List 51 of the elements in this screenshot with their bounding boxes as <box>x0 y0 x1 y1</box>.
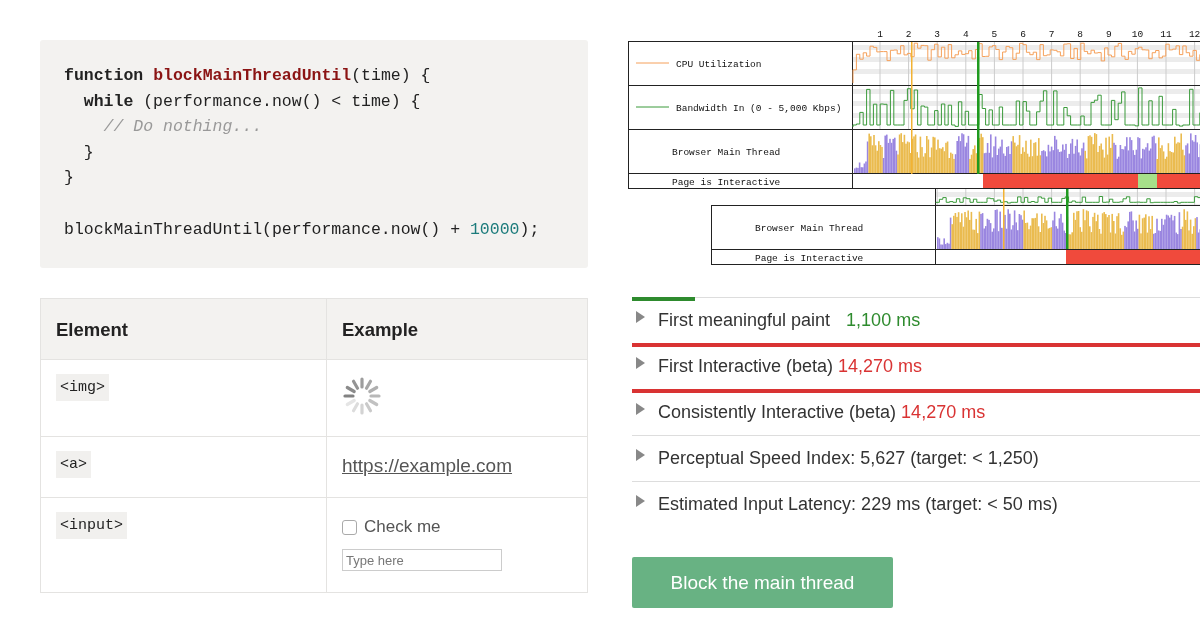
metric-label: Perceptual Speed Index: 5,627 (target: < 1,250) <box>658 447 1039 469</box>
checkbox[interactable] <box>342 519 357 535</box>
tick-label: 9 <box>1105 29 1112 40</box>
tick-label: 12 <box>1188 29 1200 40</box>
row-label: Browser Main Thread <box>755 223 864 234</box>
tick-label: 7 <box>1048 29 1055 40</box>
row-label: Bandwidth In (0 - 5,000 Kbps) <box>676 103 842 114</box>
code-tag: <a> <box>56 451 91 478</box>
tick-label: 6 <box>1020 29 1026 40</box>
metric-label: First Interactive (beta) <box>658 355 834 377</box>
tick-label: 4 <box>962 29 969 40</box>
column-header: Example <box>326 299 587 359</box>
metric-value: 14,270 ms <box>901 401 986 423</box>
code-line: function blockMainThreadUntil(time) { <box>64 65 432 87</box>
rating-bar <box>632 297 695 301</box>
tick-label: 2 <box>905 29 912 40</box>
metric-value: 14,270 ms <box>838 355 923 377</box>
tick-label: 10 <box>1131 29 1144 40</box>
metric-label: Consistently Interactive (beta) <box>658 401 897 423</box>
tick-label: 1 <box>877 29 883 40</box>
expand-icon[interactable] <box>636 449 645 461</box>
checkbox-label[interactable]: Check me <box>364 517 441 537</box>
tick-label: 3 <box>934 29 941 40</box>
example-link[interactable]: https://example.com <box>342 455 513 477</box>
loading-spinner-icon <box>342 376 382 416</box>
column-header: Element <box>55 318 129 342</box>
expand-icon[interactable] <box>636 357 645 369</box>
row-label: Browser Main Thread <box>672 147 781 158</box>
code-line: blockMainThreadUntil(performance.now() + 10000); <box>64 218 541 241</box>
row-label: CPU Utilization <box>676 59 762 70</box>
metric-label: First meaningful paint <box>658 309 831 331</box>
tick-label: 5 <box>991 29 998 40</box>
code-line: } <box>82 141 95 164</box>
tick-label: 8 <box>1077 29 1084 40</box>
tick-label: 11 <box>1160 29 1172 40</box>
legend-line <box>635 62 670 64</box>
marker-lines <box>1003 189 1069 249</box>
code-line: // Do nothing... <box>102 116 264 139</box>
expand-icon[interactable] <box>636 403 645 415</box>
row-label: Page is Interactive <box>755 252 864 264</box>
code-tag: <input> <box>56 512 127 539</box>
code-line: } <box>64 167 75 190</box>
code-tag: <img> <box>56 374 109 401</box>
metric-value: 1,100 ms <box>846 309 921 331</box>
legend-line <box>635 106 670 108</box>
row-label: Page is Interactive <box>672 176 781 188</box>
code-line: while (performance.now() < time) { <box>82 90 422 113</box>
expand-icon[interactable] <box>636 495 645 507</box>
text-field[interactable]: Type here <box>342 549 502 571</box>
expand-icon[interactable] <box>636 311 645 323</box>
metric-label: Estimated Input Latency: 229 ms (target: < 50 ms) <box>658 493 1058 515</box>
